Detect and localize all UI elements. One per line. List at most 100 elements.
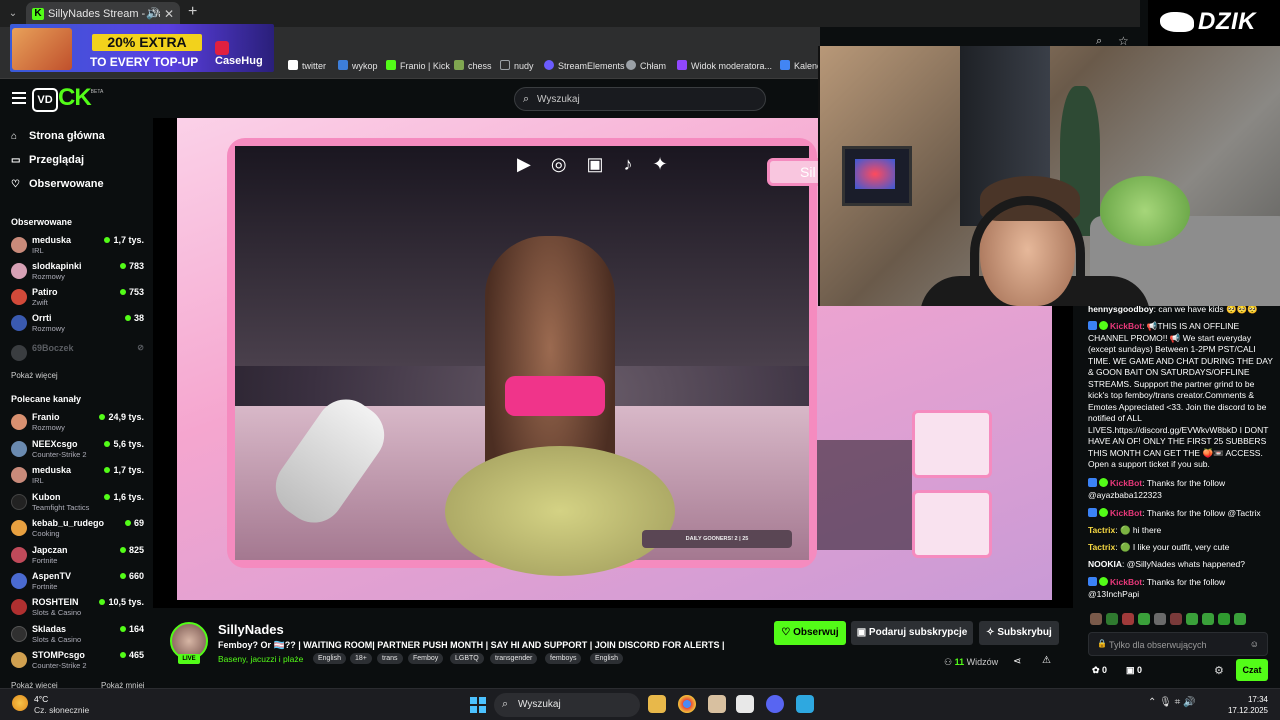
emote-icon[interactable] bbox=[1138, 613, 1150, 625]
emote-icon[interactable] bbox=[1106, 613, 1118, 625]
chat-input[interactable] bbox=[1109, 637, 1249, 652]
taskbar-search[interactable]: ⌕ Wyszukaj bbox=[494, 693, 640, 717]
emote-icon[interactable] bbox=[1234, 613, 1246, 625]
points-icon: ✿ bbox=[1092, 665, 1103, 675]
search-box[interactable]: ⌕ bbox=[514, 87, 766, 111]
chat-username[interactable]: KickBot bbox=[1110, 478, 1142, 488]
viewer-label: Widzów bbox=[966, 657, 999, 667]
bookmark-chlam[interactable]: Chłam bbox=[626, 60, 666, 71]
nav-home[interactable]: ⌂ Strona główna bbox=[11, 130, 105, 142]
kick-logo[interactable]: VD CKBETA bbox=[32, 84, 103, 112]
tag-chip[interactable]: femboys bbox=[545, 653, 582, 664]
share-icon[interactable]: ⋖ bbox=[1013, 656, 1021, 667]
tag-chip[interactable]: LGBTQ bbox=[450, 653, 484, 664]
followed-channel-offline[interactable]: 69Boczek ⊘ bbox=[11, 342, 144, 366]
discord-icon[interactable] bbox=[766, 695, 784, 713]
show-more-followed[interactable]: Pokaż więcej bbox=[11, 371, 58, 380]
recommended-channel[interactable]: NEEXcsgo Counter-Strike 2 5,6 tys. bbox=[11, 438, 144, 462]
chat-username[interactable]: NOOKIA bbox=[1088, 559, 1122, 569]
chat-send-button[interactable]: Czat bbox=[1236, 659, 1268, 681]
subscribe-button[interactable]: ✧ Subskrybuj bbox=[979, 621, 1059, 645]
bookmark-calendar[interactable]: Kalend bbox=[780, 60, 822, 71]
system-tray[interactable]: ⌃ 🎙 ⌗ 🔊 bbox=[1148, 697, 1196, 708]
recommended-channel[interactable]: Skladas Slots & Casino 164 bbox=[11, 623, 144, 647]
bookmark-twitter[interactable]: twitter bbox=[288, 60, 326, 71]
recommended-channel[interactable]: ROSHTEIN Slots & Casino 10,5 tys. bbox=[11, 596, 144, 620]
chat-username[interactable]: Tactrix bbox=[1088, 525, 1115, 535]
emote-icon[interactable] bbox=[1122, 613, 1134, 625]
windows-start-icon[interactable] bbox=[470, 697, 486, 713]
emote-icon[interactable] bbox=[1090, 613, 1102, 625]
tag-chip[interactable]: transgender bbox=[490, 653, 538, 664]
taskbar: 4°C Cz. słonecznie ⌕ Wyszukaj ⌃ 🎙 ⌗ 🔊 17… bbox=[0, 688, 1280, 720]
app-icon[interactable] bbox=[736, 695, 754, 713]
bookmark-nudy[interactable]: nudy bbox=[500, 60, 534, 71]
recommended-channel[interactable]: Kubon Teamfight Tactics 1,6 tys. bbox=[11, 491, 144, 515]
bookmark-franio[interactable]: Franio | Kick bbox=[386, 60, 450, 71]
avatar bbox=[11, 520, 27, 536]
app-icon[interactable] bbox=[708, 695, 726, 713]
weather-temperature[interactable]: 4°C bbox=[34, 694, 48, 704]
chat-settings-icon[interactable]: ⚙ bbox=[1214, 664, 1224, 677]
points-value: 0 bbox=[1102, 665, 1108, 675]
gift-counter[interactable]: ▣ 0 bbox=[1126, 665, 1142, 676]
beta-label: BETA bbox=[90, 89, 104, 95]
file-explorer-icon[interactable] bbox=[648, 695, 666, 713]
chat-username[interactable]: KickBot bbox=[1110, 321, 1142, 331]
chat-username[interactable]: KickBot bbox=[1110, 508, 1142, 518]
chat-username[interactable]: KickBot bbox=[1110, 577, 1142, 587]
bookmark-chess[interactable]: chess bbox=[454, 60, 492, 71]
tab-list-icon[interactable]: ⌄ bbox=[6, 7, 20, 21]
weather-icon[interactable] bbox=[12, 695, 28, 711]
emote-icon[interactable] bbox=[1170, 613, 1182, 625]
followed-channel[interactable]: slodkapinki Rozmowy 783 bbox=[11, 260, 144, 284]
menu-icon[interactable] bbox=[12, 92, 26, 104]
clock[interactable]: 17:34 17.12.2025 bbox=[1222, 694, 1268, 716]
new-tab-icon[interactable]: + bbox=[188, 3, 197, 21]
recommended-channel[interactable]: Japczan Fortnite 825 bbox=[11, 544, 144, 568]
recommended-channel[interactable]: Franio Rozmowy 24,9 tys. bbox=[11, 411, 144, 435]
app-icon[interactable] bbox=[796, 695, 814, 713]
chrome-icon[interactable] bbox=[678, 695, 696, 713]
recommended-channel[interactable]: meduska IRL 1,7 tys. bbox=[11, 464, 144, 488]
streamer-name[interactable]: SillyNades bbox=[218, 622, 284, 637]
followed-channel[interactable]: meduska IRL 1,7 tys. bbox=[11, 234, 144, 258]
follow-button[interactable]: ♡ Obserwuj bbox=[774, 621, 846, 645]
nav-following[interactable]: ♡ Obserwowane bbox=[11, 178, 104, 190]
tag-chip[interactable]: trans bbox=[377, 653, 403, 664]
tab-close-icon[interactable]: ✕ bbox=[164, 7, 174, 21]
stream-category[interactable]: Baseny, jacuzzi i plaże bbox=[218, 654, 303, 664]
weather-condition[interactable]: Cz. słonecznie bbox=[34, 705, 89, 715]
tag-chip[interactable]: English bbox=[590, 653, 623, 664]
emote-icon[interactable] bbox=[1154, 613, 1166, 625]
tag-chip[interactable]: 18+ bbox=[350, 653, 372, 664]
emote-icon[interactable] bbox=[1186, 613, 1198, 625]
channel-name: kebab_u_rudego bbox=[32, 518, 105, 528]
bookmark-moderator[interactable]: Widok moderatora... bbox=[677, 60, 772, 71]
tag-chip[interactable]: English bbox=[313, 653, 346, 664]
bookmark-streamelements[interactable]: StreamElements bbox=[544, 60, 625, 71]
bookmark-wykop[interactable]: wykop bbox=[338, 60, 378, 71]
emote-icon[interactable] bbox=[1218, 613, 1230, 625]
live-dot-icon bbox=[119, 573, 126, 579]
recommended-channel[interactable]: kebab_u_rudego Cooking 69 bbox=[11, 517, 144, 541]
recommended-channel[interactable]: STOMPcsgo Counter-Strike 2 465 bbox=[11, 649, 144, 673]
channel-points[interactable]: ✿ 0 bbox=[1092, 665, 1107, 676]
emote-icon[interactable] bbox=[1202, 613, 1214, 625]
tag-chip[interactable]: Femboy bbox=[408, 653, 444, 664]
channel-category: IRL bbox=[32, 476, 44, 485]
viewer-count: 69 bbox=[124, 518, 144, 528]
heart-icon: ♡ bbox=[781, 627, 794, 638]
nav-browse[interactable]: ▭ Przeglądaj bbox=[11, 154, 84, 166]
report-icon[interactable]: ⚠ bbox=[1042, 655, 1051, 666]
search-input[interactable] bbox=[537, 91, 757, 107]
emote-picker-icon[interactable]: ☺ bbox=[1250, 639, 1259, 649]
chat-input-box[interactable]: 🔒 ☺ bbox=[1088, 632, 1268, 656]
followed-channel[interactable]: Orrti Rozmowy 38 bbox=[11, 312, 144, 336]
gift-sub-button[interactable]: ▣ Podaruj subskrypcje bbox=[851, 621, 973, 645]
casehug-ad[interactable]: 20% EXTRA TO EVERY TOP-UP CaseHug bbox=[10, 24, 274, 72]
followed-channel[interactable]: Patiro Zwift 753 bbox=[11, 286, 144, 310]
recommended-channel[interactable]: AspenTV Fortnite 660 bbox=[11, 570, 144, 594]
chat-username[interactable]: Tactrix bbox=[1088, 542, 1115, 552]
speaker-icon[interactable]: 🔊 bbox=[146, 7, 160, 20]
